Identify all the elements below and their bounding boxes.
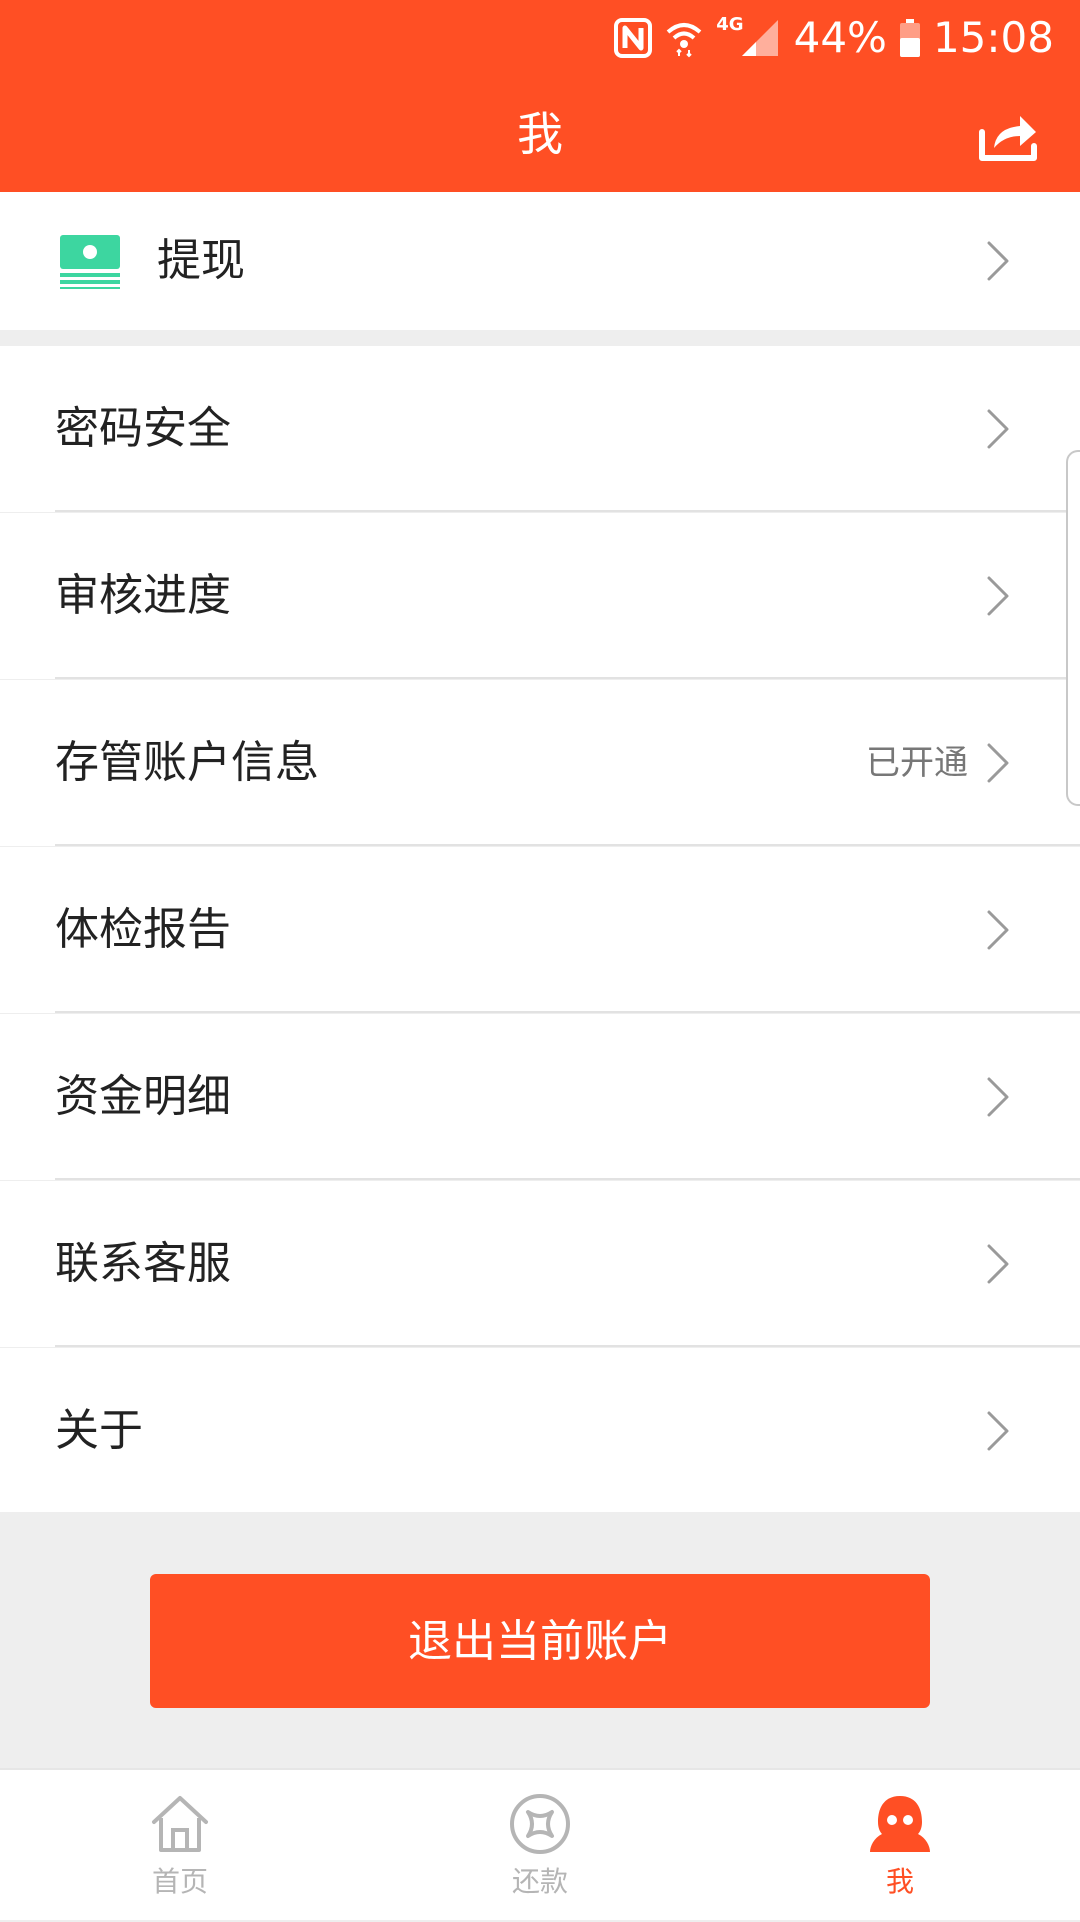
menu-item-label: 密码安全 [55,403,231,454]
network-type: 4G [716,14,781,58]
chevron-right-icon [987,1077,1009,1117]
signal-icon [741,20,778,56]
menu-item-health-report[interactable]: 体检报告 [0,847,1080,1013]
tab-label: 首页 [151,1865,208,1898]
share-icon [979,116,1037,161]
menu-item-custody-account[interactable]: 存管账户信息 已开通 [0,680,1080,846]
divider [55,1178,1080,1180]
menu-item-label: 关于 [55,1405,143,1456]
tab-home[interactable]: 首页 [80,1770,280,1922]
page-title: 我 [517,107,563,161]
cash-icon [60,235,120,289]
network-type-label: 4G [716,13,744,35]
chevron-right-icon [987,1411,1009,1451]
menu-item-label: 联系客服 [55,1238,231,1289]
divider [55,844,1080,846]
chevron-right-icon [987,576,1009,616]
chevron-right-icon [987,910,1009,950]
tab-me[interactable]: 我 [800,1770,1000,1922]
divider [55,510,1080,512]
repay-icon [510,1794,570,1854]
bottom-tab-bar: 首页 还款 我 [0,1768,1080,1920]
title-bar: 我 [0,92,1080,184]
battery-icon [899,18,921,58]
status-bar: 4G 44% 15:08 [0,0,1080,76]
tab-label: 我 [885,1865,914,1898]
share-button[interactable] [976,102,1040,166]
status-right: 4G 44% 15:08 [614,12,1054,64]
chevron-right-icon [987,1244,1009,1284]
menu-item-label: 审核进度 [55,570,231,621]
tab-repay[interactable]: 还款 [440,1770,640,1922]
header: 4G 44% 15:08 我 [0,0,1080,192]
profile-icon [870,1796,930,1852]
menu-item-fund-details[interactable]: 资金明细 [0,1014,1080,1180]
clock: 15:08 [932,13,1054,62]
battery-percent: 44% [793,13,887,62]
divider [55,1011,1080,1013]
withdraw-label: 提现 [157,235,245,286]
menu-item-password-security[interactable]: 密码安全 [0,346,1080,512]
side-panel-handle[interactable] [1066,450,1080,806]
logout-button[interactable]: 退出当前账户 [150,1574,930,1708]
tab-label: 还款 [511,1865,568,1898]
status-badge: 已开通 [866,743,968,783]
nfc-icon [614,18,653,58]
divider [55,1345,1080,1347]
menu-item-contact-support[interactable]: 联系客服 [0,1181,1080,1347]
chevron-right-icon [987,743,1009,783]
divider [55,677,1080,679]
chevron-right-icon [987,241,1009,281]
menu-item-label: 体检报告 [55,904,231,955]
home-icon [152,1796,208,1852]
menu-item-about[interactable]: 关于 [0,1348,1080,1514]
logout-area: 退出当前账户 [0,1512,1080,1768]
menu-item-review-progress[interactable]: 审核进度 [0,513,1080,679]
wifi-icon [664,18,704,58]
chevron-right-icon [987,409,1009,449]
menu-item-label: 资金明细 [55,1071,231,1122]
menu-item-label: 存管账户信息 [55,737,319,788]
withdraw-row[interactable]: 提现 [0,192,1080,330]
